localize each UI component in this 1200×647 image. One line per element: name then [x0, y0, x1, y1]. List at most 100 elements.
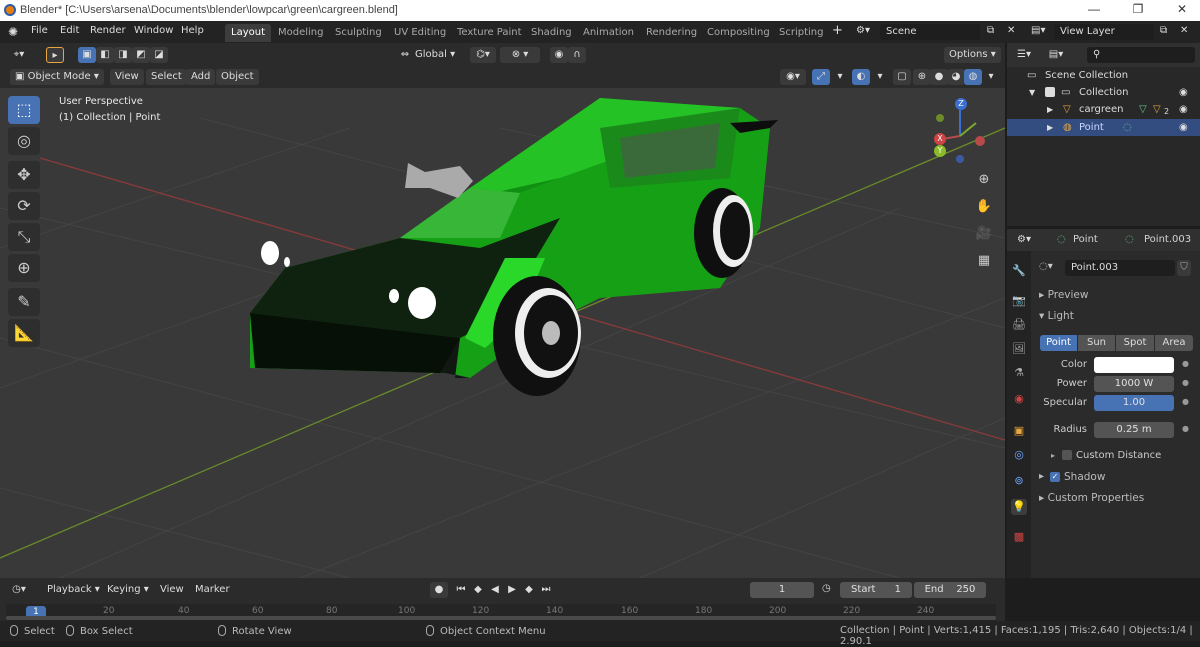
- light-type-sun[interactable]: Sun: [1078, 335, 1115, 351]
- timeline-scrollbar[interactable]: [6, 616, 996, 620]
- tab-texture-paint[interactable]: Texture Paint: [451, 24, 528, 42]
- select-box-tool-icon[interactable]: ⬚: [8, 96, 40, 124]
- light-type-area[interactable]: Area: [1155, 335, 1193, 351]
- start-frame-field[interactable]: Start 1: [840, 582, 912, 598]
- material-shading-icon[interactable]: ◕: [947, 69, 965, 85]
- radius-field[interactable]: 0.25 m: [1094, 422, 1174, 438]
- mode-dropdown[interactable]: ▣ Object Mode ▾: [10, 69, 104, 85]
- pivot-point-icon[interactable]: ⌬▾: [470, 47, 496, 63]
- shadow-checkbox[interactable]: ✓: [1050, 472, 1060, 482]
- preview-panel-header[interactable]: ▸ Preview: [1039, 289, 1088, 301]
- blender-menu-icon[interactable]: ✺: [8, 25, 18, 39]
- menu-edit[interactable]: Edit: [60, 25, 79, 36]
- gizmo-dropdown-icon[interactable]: ▾: [831, 69, 849, 85]
- camera-view-icon[interactable]: 🎥: [974, 224, 994, 244]
- custom-distance-expand-icon[interactable]: ▸: [1051, 451, 1055, 460]
- proportional-edit-icon[interactable]: ◉: [550, 47, 568, 63]
- menu-add[interactable]: Add: [186, 69, 216, 85]
- specular-slider[interactable]: 1.00: [1094, 395, 1174, 411]
- light-panel-header[interactable]: ▾ Light: [1039, 310, 1074, 322]
- collection-checkbox[interactable]: [1045, 87, 1055, 97]
- custom-distance-checkbox[interactable]: [1062, 450, 1072, 460]
- select-extend-icon[interactable]: ◧: [96, 47, 114, 63]
- cursor-tool-icon[interactable]: ◎: [8, 127, 40, 155]
- add-workspace-icon[interactable]: +: [832, 23, 843, 38]
- radius-keyframe-icon[interactable]: ●: [1182, 424, 1189, 433]
- timeline-view-menu[interactable]: View: [155, 582, 189, 598]
- overlay-dropdown-icon[interactable]: ▾: [871, 69, 889, 85]
- close-button[interactable]: ✕: [1172, 2, 1192, 16]
- snap-icon[interactable]: ⊗ ▾: [500, 47, 540, 63]
- 3d-viewport[interactable]: User Perspective (1) Collection | Point …: [0, 88, 1005, 578]
- menu-select[interactable]: Select: [146, 69, 187, 85]
- color-swatch[interactable]: [1094, 357, 1174, 373]
- jump-end-icon[interactable]: ⏭: [537, 582, 555, 598]
- falloff-icon[interactable]: ∩: [568, 47, 586, 63]
- delete-scene-icon[interactable]: ✕: [1007, 25, 1015, 36]
- light-data-tab-icon[interactable]: 💡: [1011, 499, 1027, 515]
- select-subtract-icon[interactable]: ◨: [114, 47, 132, 63]
- jump-start-icon[interactable]: ⏮: [452, 582, 470, 598]
- object-tab-icon[interactable]: ▣: [1011, 423, 1027, 439]
- gizmo-toggle-icon[interactable]: ⤢: [812, 69, 830, 85]
- tab-modeling[interactable]: Modeling: [272, 24, 330, 42]
- menu-file[interactable]: File: [31, 25, 48, 36]
- texture-tab-icon[interactable]: ▩: [1011, 529, 1027, 545]
- color-keyframe-icon[interactable]: ●: [1182, 359, 1189, 368]
- tab-layout[interactable]: Layout: [225, 24, 271, 42]
- menu-view[interactable]: View: [110, 69, 144, 85]
- tab-animation[interactable]: Animation: [577, 24, 640, 42]
- transform-tool-icon[interactable]: ⊕: [8, 254, 40, 282]
- tab-shading[interactable]: Shading: [525, 24, 578, 42]
- solid-shading-icon[interactable]: ●: [930, 69, 948, 85]
- constraints-tab-icon[interactable]: ⊚: [1011, 473, 1027, 489]
- datablock-name-field[interactable]: Point.003: [1065, 260, 1175, 276]
- options-dropdown[interactable]: Options ▾: [944, 47, 1001, 63]
- copy-view-layer-icon[interactable]: ⧉: [1160, 25, 1167, 36]
- properties-editor-icon[interactable]: ⚙▾: [1015, 232, 1033, 248]
- world-tab-icon[interactable]: ◉: [1011, 391, 1027, 407]
- timeline-editor-icon[interactable]: ◷▾: [10, 582, 28, 598]
- select-set-icon[interactable]: ▣: [78, 47, 96, 63]
- copy-scene-icon[interactable]: ⧉: [987, 25, 994, 36]
- marker-menu[interactable]: Marker: [190, 582, 235, 598]
- custom-properties-header[interactable]: ▸ Custom Properties: [1039, 492, 1144, 504]
- menu-window[interactable]: Window: [134, 25, 173, 36]
- zoom-icon[interactable]: ⊕: [974, 170, 994, 190]
- ortho-toggle-icon[interactable]: ▦: [974, 251, 994, 271]
- select-invert-icon[interactable]: ◩: [132, 47, 150, 63]
- visibility-icon[interactable]: ◉▾: [780, 69, 806, 85]
- gizmo-z-axis[interactable]: Z: [955, 98, 967, 110]
- tab-rendering[interactable]: Rendering: [640, 24, 703, 42]
- record-icon[interactable]: ●: [430, 582, 448, 598]
- playback-menu[interactable]: Playback ▾: [42, 582, 105, 598]
- datablock-browse-icon[interactable]: ◌▾: [1039, 261, 1053, 272]
- light-type-point[interactable]: Point: [1040, 335, 1077, 351]
- outliner-search-input[interactable]: ⚲: [1087, 47, 1195, 63]
- physics-tab-icon[interactable]: ◎: [1011, 447, 1027, 463]
- overlay-toggle-icon[interactable]: ◐: [852, 69, 870, 85]
- collection-visibility-icon[interactable]: ◉: [1179, 84, 1188, 101]
- expand-cargreen-icon[interactable]: ▶: [1047, 101, 1053, 118]
- shadow-expand-icon[interactable]: ▸: [1039, 471, 1044, 482]
- rotate-tool-icon[interactable]: ⟳: [8, 192, 40, 220]
- prev-keyframe-icon[interactable]: ◆: [469, 582, 487, 598]
- outliner-row-point[interactable]: ▶ ◍ Point ◌ ◉: [1007, 119, 1200, 136]
- view-layer-icon[interactable]: ▤▾: [1031, 25, 1045, 36]
- light-type-spot[interactable]: Spot: [1116, 335, 1154, 351]
- outliner-editor-icon[interactable]: ☰▾: [1015, 47, 1033, 63]
- tab-uv-editing[interactable]: UV Editing: [388, 24, 452, 42]
- scene-selector-icon[interactable]: ⚙▾: [856, 25, 870, 36]
- view-layer-tab-icon[interactable]: 🖼: [1011, 341, 1027, 357]
- delete-view-layer-icon[interactable]: ✕: [1180, 25, 1188, 36]
- power-field[interactable]: 1000 W: [1094, 376, 1174, 392]
- move-tool-icon[interactable]: ✥: [8, 161, 40, 189]
- transform-orientation-dropdown[interactable]: Global ▾: [410, 47, 461, 63]
- output-tab-icon[interactable]: 🖨: [1011, 317, 1027, 333]
- expand-collection-icon[interactable]: ▼: [1029, 84, 1035, 101]
- xray-icon[interactable]: ▢: [893, 69, 911, 85]
- select-mode-icon[interactable]: ▸: [46, 47, 64, 63]
- outliner-row-scene-collection[interactable]: ▭ Scene Collection: [1007, 67, 1200, 84]
- fake-user-icon[interactable]: ⛉: [1177, 260, 1191, 276]
- menu-object[interactable]: Object: [216, 69, 259, 85]
